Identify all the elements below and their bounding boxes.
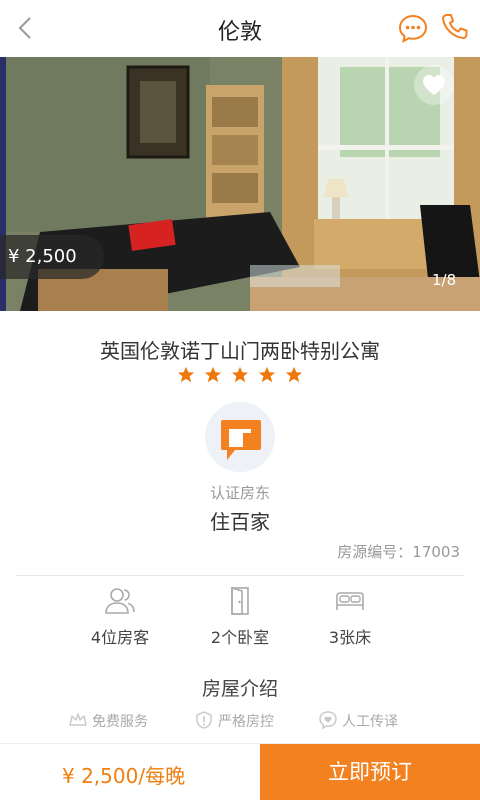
- chat-bubble-icon[interactable]: [398, 13, 428, 43]
- price-tag: ¥ 2,500: [0, 235, 104, 279]
- feature-label: 3张床: [328, 628, 372, 647]
- section-title: 房屋介绍: [201, 678, 278, 700]
- host-avatar[interactable]: [205, 402, 275, 472]
- feature-label: 2个卧室: [210, 628, 270, 647]
- listing-title: 英国伦敦诺丁山门两卧特别公寓: [100, 339, 380, 363]
- shield-icon: [196, 711, 212, 729]
- feature-row: 4位房客 2个卧室 3张床: [0, 586, 480, 656]
- star-icon: [285, 366, 303, 384]
- crown-icon: [69, 713, 87, 726]
- service-label: 严格房控: [218, 714, 274, 730]
- door-icon: [231, 586, 249, 615]
- service-translation: 人工传译: [318, 710, 398, 731]
- star-icon: [258, 366, 276, 384]
- feature-label: 4位房客: [90, 628, 150, 647]
- nightly-price: ¥ 2,500/每晚: [62, 764, 186, 788]
- listing-photo[interactable]: ¥ 2,500 1/8: [0, 57, 480, 311]
- heart-chat-icon: [319, 711, 337, 730]
- feature-bedrooms: 2个卧室: [180, 586, 300, 648]
- star-icon: [231, 366, 249, 384]
- feature-guests: 4位房客: [60, 586, 180, 648]
- service-label: 免费服务: [92, 714, 148, 730]
- house-number: 房源编号：17003: [337, 543, 460, 561]
- divider: [16, 575, 464, 576]
- bottom-bar: ¥ 2,500/每晚 立即预订: [0, 743, 480, 800]
- guests-icon: [105, 588, 135, 614]
- book-now-button[interactable]: 立即预订: [260, 744, 480, 800]
- feature-beds: 3张床: [290, 586, 410, 648]
- host-flag-icon: [221, 420, 261, 460]
- phone-icon[interactable]: [440, 12, 470, 42]
- service-label: 人工传译: [342, 714, 398, 730]
- photo-counter: 1/8: [432, 271, 457, 289]
- host-name[interactable]: 住百家: [0, 506, 480, 535]
- host-label: 认证房东: [209, 484, 270, 502]
- star-rating: [0, 366, 480, 388]
- heart-icon: [423, 75, 445, 95]
- star-icon: [177, 366, 195, 384]
- star-icon: [204, 366, 222, 384]
- service-free: 免费服务: [68, 710, 148, 731]
- favorite-button[interactable]: [414, 65, 454, 105]
- bed-icon: [336, 592, 364, 610]
- service-control: 严格房控: [194, 710, 274, 731]
- service-row: 免费服务 严格房控 人工传译: [0, 710, 480, 738]
- top-bar: 伦敦: [0, 0, 480, 57]
